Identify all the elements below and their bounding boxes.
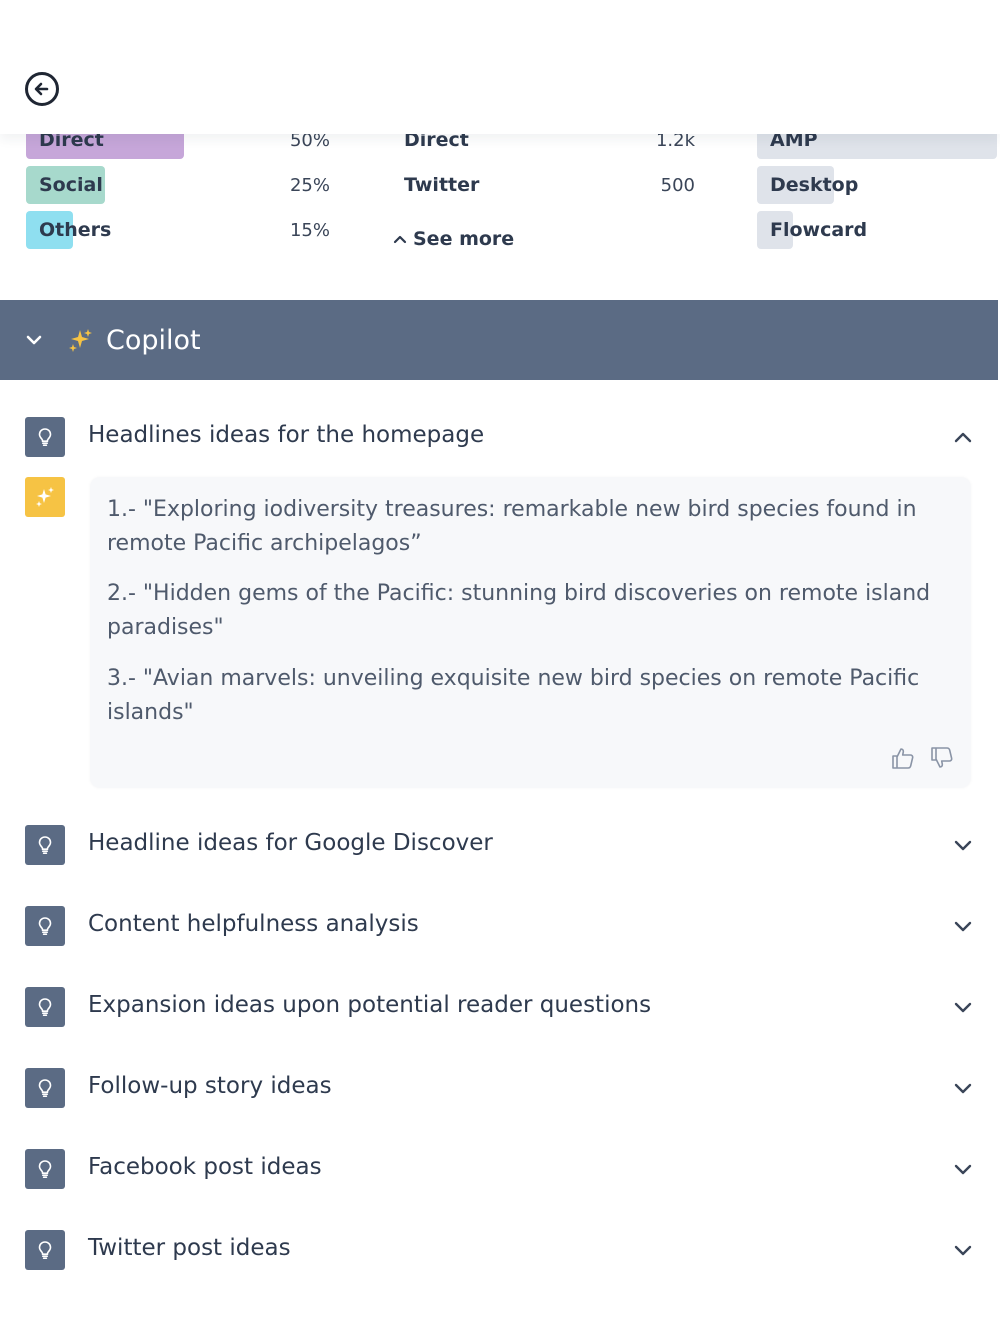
lightbulb-icon bbox=[25, 906, 65, 946]
chevron-down-icon[interactable] bbox=[952, 1077, 974, 1099]
copilot-item-homepage-headlines[interactable]: Headlines ideas for the homepage bbox=[0, 407, 1000, 467]
chevron-down-icon[interactable] bbox=[952, 834, 974, 856]
source-percent: 15% bbox=[289, 220, 330, 241]
copilot-item-title: Headlines ideas for the homepage bbox=[88, 422, 485, 448]
lightbulb-icon bbox=[25, 825, 65, 865]
platform-label: Flowcard bbox=[770, 219, 868, 241]
back-button[interactable] bbox=[25, 72, 59, 106]
chevron-down-icon[interactable] bbox=[952, 1158, 974, 1180]
copilot-item-twitter-post[interactable]: Twitter post ideas bbox=[0, 1220, 1000, 1280]
lightbulb-icon bbox=[25, 987, 65, 1027]
top-header bbox=[0, 0, 1000, 134]
answer-line: 1.- "Exploring iodiversity treasures: re… bbox=[107, 497, 917, 556]
chevron-up-icon bbox=[393, 235, 407, 244]
copilot-item-google-discover[interactable]: Headline ideas for Google Discover bbox=[0, 815, 1000, 875]
copilot-item-title: Headline ideas for Google Discover bbox=[88, 830, 493, 856]
answer-line: 2.- "Hidden gems of the Pacific: stunnin… bbox=[107, 581, 931, 640]
copilot-answer-panel: 1.- "Exploring iodiversity treasures: re… bbox=[90, 477, 971, 788]
chevron-up-icon[interactable] bbox=[952, 426, 974, 448]
arrow-left-icon bbox=[34, 82, 49, 96]
lightbulb-icon bbox=[25, 1149, 65, 1189]
copilot-title: Copilot bbox=[106, 324, 201, 356]
copilot-item-expansion-ideas[interactable]: Expansion ideas upon potential reader qu… bbox=[0, 977, 1000, 1037]
lightbulb-icon bbox=[25, 1068, 65, 1108]
ai-sparkle-icon bbox=[25, 477, 65, 517]
copilot-item-title: Twitter post ideas bbox=[88, 1235, 291, 1261]
copilot-item-title: Follow-up story ideas bbox=[88, 1073, 332, 1099]
see-more-button[interactable]: See more bbox=[393, 228, 514, 250]
copilot-item-title: Expansion ideas upon potential reader qu… bbox=[88, 992, 652, 1018]
source-label: Social bbox=[39, 174, 103, 196]
chevron-down-icon[interactable] bbox=[24, 330, 44, 350]
copilot-header[interactable]: Copilot bbox=[0, 300, 998, 380]
thumbs-up-icon[interactable] bbox=[890, 745, 916, 771]
copilot-item-follow-up-ideas[interactable]: Follow-up story ideas bbox=[0, 1058, 1000, 1118]
copilot-item-title: Content helpfulness analysis bbox=[88, 911, 419, 937]
see-more-label: See more bbox=[413, 228, 515, 250]
traffic-stats: Direct Social Others 50% 25% 15% Direct … bbox=[0, 118, 1000, 300]
sparkle-icon bbox=[69, 329, 92, 352]
platform-label: Desktop bbox=[770, 174, 859, 196]
lightbulb-icon bbox=[25, 1230, 65, 1270]
chevron-down-icon[interactable] bbox=[952, 996, 974, 1018]
copilot-item-facebook-post[interactable]: Facebook post ideas bbox=[0, 1139, 1000, 1199]
source-percent: 25% bbox=[289, 175, 330, 196]
referrer-value: 500 bbox=[660, 175, 695, 196]
lightbulb-icon bbox=[25, 417, 65, 457]
chevron-down-icon[interactable] bbox=[952, 1239, 974, 1261]
referrer-label: Twitter bbox=[404, 174, 480, 196]
source-label: Others bbox=[39, 219, 112, 241]
thumbs-down-icon[interactable] bbox=[929, 745, 955, 771]
copilot-item-title: Facebook post ideas bbox=[88, 1154, 322, 1180]
chevron-down-icon[interactable] bbox=[952, 915, 974, 937]
answer-line: 3.- "Avian marvels: unveiling exquisite … bbox=[107, 666, 920, 725]
copilot-item-content-helpfulness[interactable]: Content helpfulness analysis bbox=[0, 896, 1000, 956]
